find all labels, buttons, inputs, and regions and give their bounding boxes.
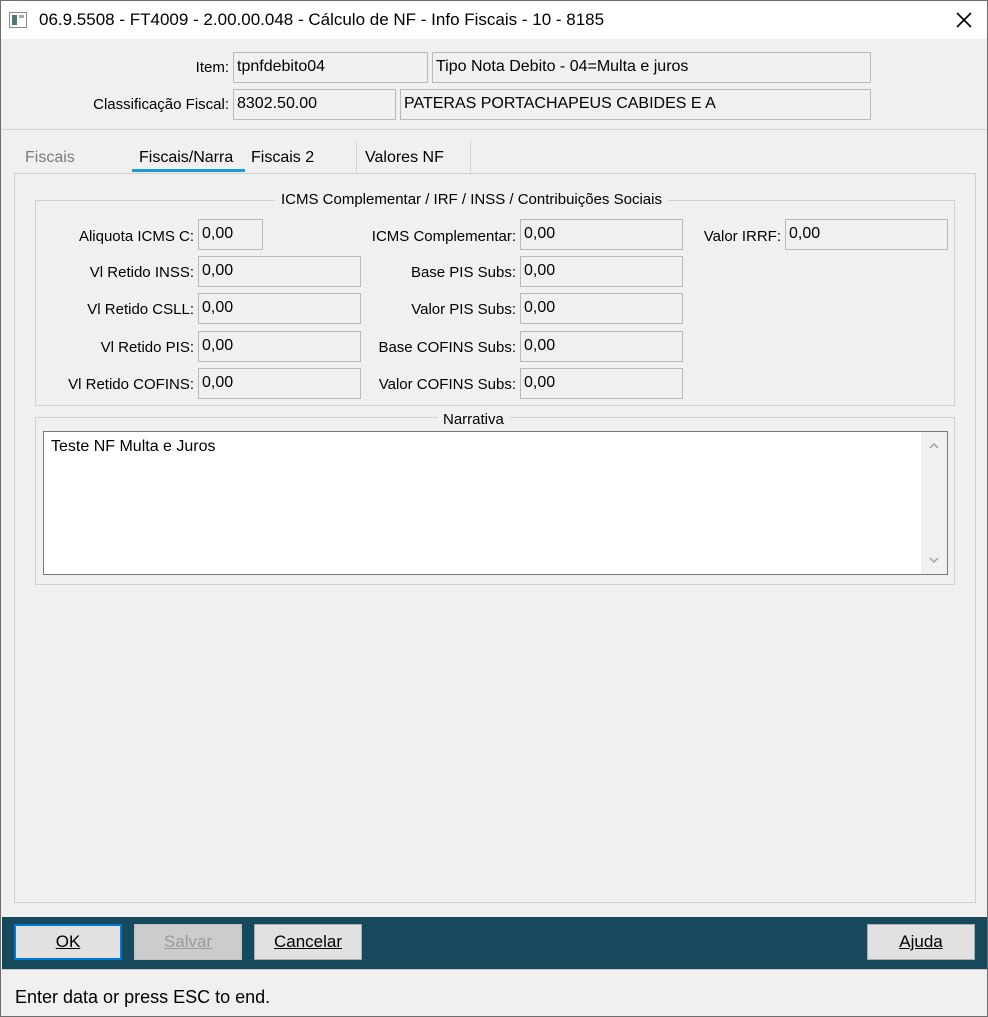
vl-retido-csll-label: Vl Retido CSLL: <box>87 301 194 318</box>
base-pis-subs-label: Base PIS Subs: <box>410 264 516 281</box>
valor-pis-subs-field[interactable]: 0,00 <box>520 293 683 324</box>
classificacao-description-field[interactable]: PATERAS PORTACHAPEUS CABIDES E A <box>400 89 871 120</box>
classificacao-code-field[interactable]: 8302.50.00 <box>233 89 396 120</box>
vl-retido-inss-field[interactable]: 0,00 <box>198 256 361 287</box>
base-cofins-subs-label: Base COFINS Subs: <box>378 339 516 356</box>
salvar-button-label: Salvar <box>163 932 213 951</box>
item-label: Item: <box>195 59 229 76</box>
cancelar-button-label: Cancelar <box>273 932 343 951</box>
active-tab-indicator <box>132 169 245 172</box>
valor-pis-subs-label: Valor PIS Subs: <box>411 301 516 318</box>
status-divider <box>2 969 987 970</box>
tab-separator <box>356 141 357 173</box>
vl-retido-cofins-label: Vl Retido COFINS: <box>68 376 194 393</box>
vl-retido-pis-label: Vl Retido PIS: <box>100 339 194 356</box>
base-cofins-subs-field[interactable]: 0,00 <box>520 331 683 362</box>
narrativa-textarea[interactable]: Teste NF Multa e Juros <box>43 431 948 575</box>
valor-irrf-field[interactable]: 0,00 <box>785 219 948 250</box>
chevron-up-icon[interactable] <box>929 442 939 450</box>
tab-fiscais-narra[interactable]: Fiscais/Narra <box>139 149 233 167</box>
base-pis-subs-field[interactable]: 0,00 <box>520 256 683 287</box>
title-bar: 06.9.5508 - FT4009 - 2.00.00.048 - Cálcu… <box>1 1 987 39</box>
status-bar-text: Enter data or press ESC to end. <box>15 987 271 1007</box>
aliquota-icms-c-field[interactable]: 0,00 <box>198 219 263 250</box>
valor-cofins-subs-label: Valor COFINS Subs: <box>378 376 516 393</box>
vl-retido-csll-field[interactable]: 0,00 <box>198 293 361 324</box>
close-button[interactable] <box>945 5 983 35</box>
ok-button[interactable]: OK <box>14 924 122 960</box>
app-window-icon <box>9 12 27 28</box>
narrativa-scrollbar[interactable] <box>921 432 947 574</box>
valor-irrf-label: Valor IRRF: <box>703 228 781 245</box>
salvar-button[interactable]: Salvar <box>134 924 242 960</box>
item-description-field[interactable]: Tipo Nota Debito - 04=Multa e juros <box>432 52 871 83</box>
tab-valores-nf[interactable]: Valores NF <box>365 149 444 167</box>
ok-button-label: OK <box>55 932 81 951</box>
icms-group-title: ICMS Complementar / IRF / INSS / Contrib… <box>275 191 668 208</box>
dialog-window: 06.9.5508 - FT4009 - 2.00.00.048 - Cálcu… <box>0 0 988 1017</box>
tab-separator <box>470 141 471 173</box>
aliquota-icms-c-label: Aliquota ICMS C: <box>78 228 194 245</box>
narrativa-group-title: Narrativa <box>437 411 510 428</box>
vl-retido-inss-label: Vl Retido INSS: <box>89 264 194 281</box>
valor-cofins-subs-field[interactable]: 0,00 <box>520 368 683 399</box>
button-bar: OK Salvar Cancelar Ajuda <box>2 917 987 969</box>
close-icon <box>956 12 972 28</box>
icms-complementar-label: ICMS Complementar: <box>371 228 516 245</box>
vl-retido-pis-field[interactable]: 0,00 <box>198 331 361 362</box>
tab-fiscais-2[interactable]: Fiscais 2 <box>251 149 314 167</box>
window-title: 06.9.5508 - FT4009 - 2.00.00.048 - Cálcu… <box>39 10 605 29</box>
vl-retido-cofins-field[interactable]: 0,00 <box>198 368 361 399</box>
cancelar-button[interactable]: Cancelar <box>254 924 362 960</box>
chevron-down-icon[interactable] <box>929 556 939 564</box>
tab-fiscais[interactable]: Fiscais <box>25 149 75 167</box>
classificacao-fiscal-label: Classificação Fiscal: <box>93 96 229 113</box>
ajuda-button-label: Ajuda <box>899 932 943 951</box>
item-code-field[interactable]: tpnfdebito04 <box>233 52 428 83</box>
ajuda-button[interactable]: Ajuda <box>867 924 975 960</box>
header-divider <box>2 129 987 130</box>
icms-complementar-field[interactable]: 0,00 <box>520 219 683 250</box>
narrativa-text: Teste NF Multa e Juros <box>51 438 216 455</box>
